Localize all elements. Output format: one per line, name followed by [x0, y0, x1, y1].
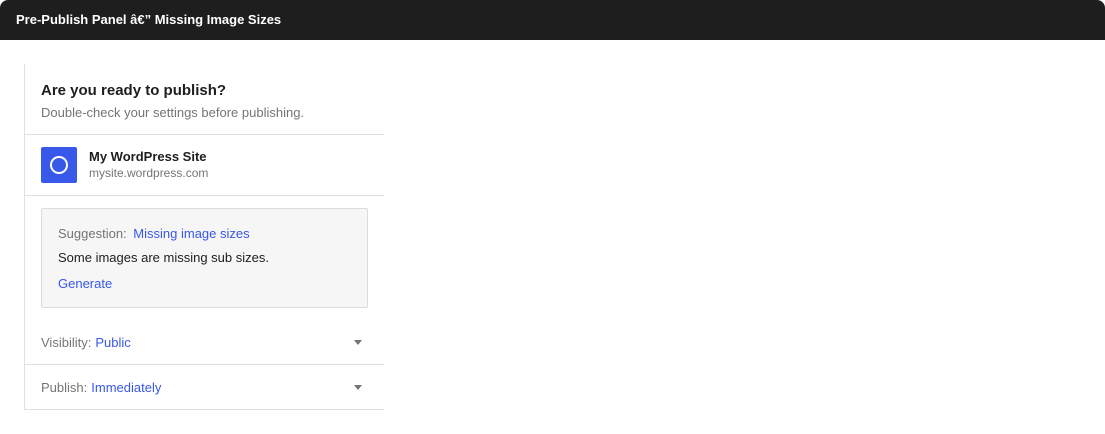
suggestion-title-link[interactable]: Missing image sizes — [133, 226, 249, 241]
panel-title: Are you ready to publish? — [41, 82, 227, 99]
visibility-setting[interactable]: Visibility: Public — [25, 320, 384, 365]
chevron-down-icon[interactable] — [354, 340, 362, 345]
publish-label: Publish: — [41, 379, 88, 395]
pre-publish-panel: Are you ready to publish? Double-check y… — [24, 64, 384, 410]
site-name: My WordPress Site — [89, 149, 207, 164]
generate-button[interactable]: Generate — [58, 276, 351, 292]
visibility-value[interactable]: Public — [95, 335, 130, 350]
publish-setting[interactable]: Publish: Immediately — [25, 365, 384, 410]
suggestion-label: Suggestion: — [58, 226, 127, 241]
panel-header: Are you ready to publish? Double-check y… — [25, 64, 384, 135]
chevron-down-icon[interactable] — [354, 385, 362, 390]
publish-value[interactable]: Immediately — [91, 380, 161, 395]
site-circle-icon — [41, 147, 77, 183]
app-window: Pre-Publish Panel â€” Missing Image Size… — [0, 0, 1105, 434]
suggestion-message: Some images are missing sub sizes. — [58, 250, 269, 265]
site-url: mysite.wordpress.com — [89, 166, 209, 180]
site-info: My WordPress Site mysite.wordpress.com — [25, 135, 384, 196]
window-title: Pre-Publish Panel â€” Missing Image Size… — [0, 0, 1105, 40]
visibility-label: Visibility: — [41, 334, 92, 350]
panel-subtitle: Double-check your settings before publis… — [41, 105, 305, 120]
suggestion-box: Suggestion: Missing image sizes Some ima… — [41, 208, 368, 308]
